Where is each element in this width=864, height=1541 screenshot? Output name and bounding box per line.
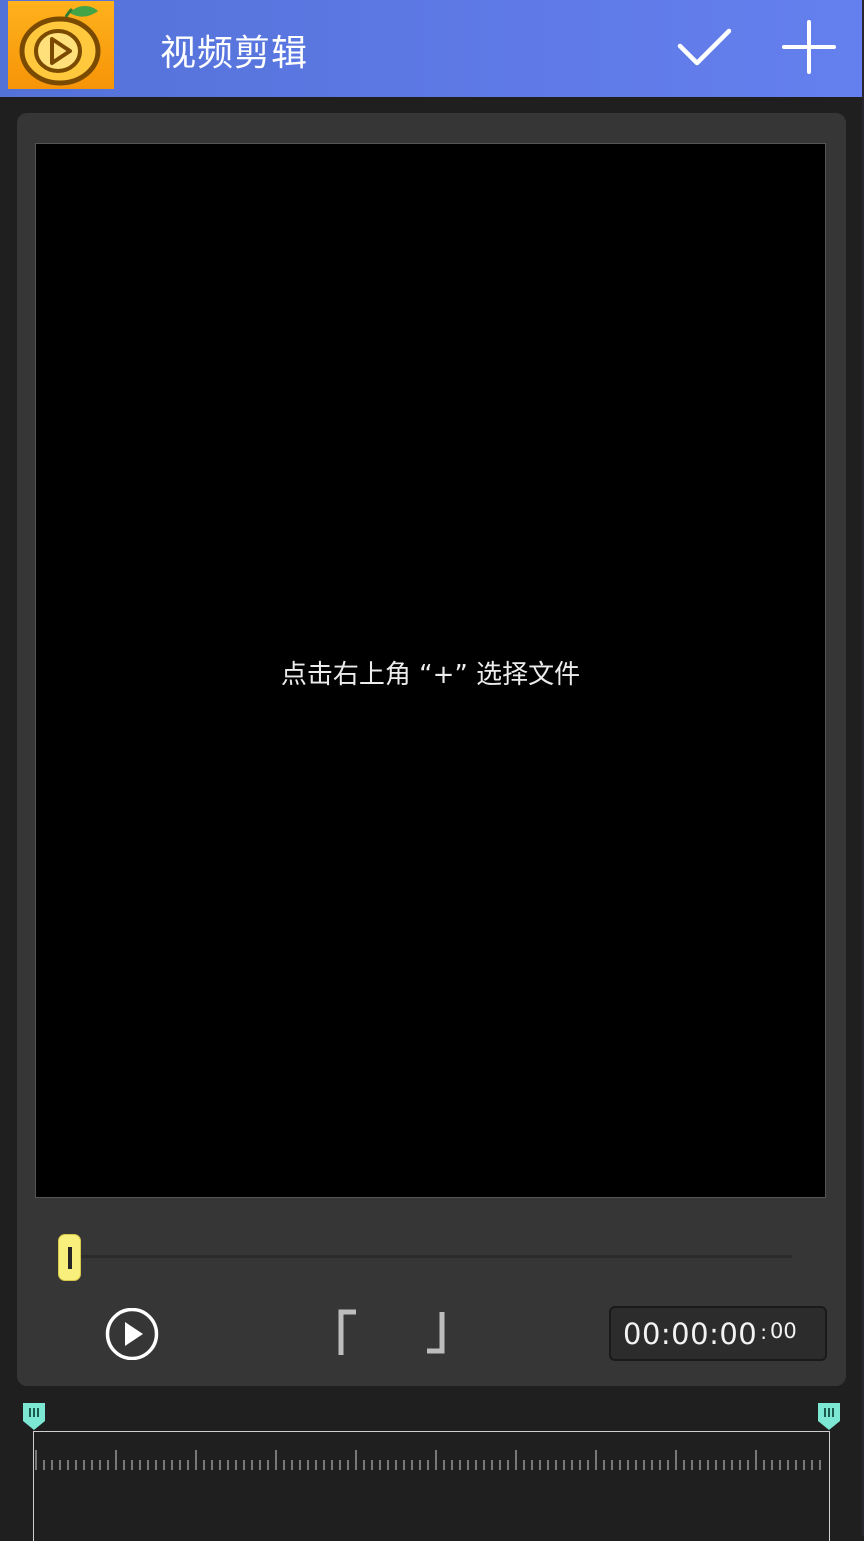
mark-in-button[interactable]: [335, 1308, 365, 1360]
app-logo: [8, 1, 114, 89]
mark-in-bracket-icon: [338, 1309, 356, 1355]
page-title: 视频剪辑: [160, 33, 309, 74]
confirm-button[interactable]: [676, 20, 734, 74]
trim-start-handle[interactable]: [20, 1401, 48, 1431]
timecode-main: 00:00:00: [623, 1316, 758, 1351]
play-button[interactable]: [103, 1307, 161, 1361]
plus-icon: [782, 20, 836, 74]
app-bar: 视频剪辑: [0, 0, 864, 97]
play-circle-icon: [105, 1307, 159, 1361]
trim-handle-icon: [818, 1403, 840, 1430]
mark-out-bracket-icon: [427, 1312, 445, 1354]
empty-hint: 点击右上角 “+” 选择文件: [280, 660, 581, 690]
check-icon: [677, 28, 732, 66]
timecode-frames: 00: [770, 1318, 797, 1343]
seek-bar[interactable]: [70, 1255, 792, 1258]
trim-end-handle[interactable]: [815, 1401, 843, 1431]
timeline-track[interactable]: [33, 1431, 830, 1541]
timecode-separator: :: [760, 1319, 767, 1344]
seek-thumb[interactable]: [58, 1234, 81, 1281]
add-file-button[interactable]: [780, 20, 838, 74]
timecode-display: 00:00:00 : 00: [609, 1306, 827, 1361]
trim-handle-icon: [23, 1403, 45, 1430]
video-preview[interactable]: 点击右上角 “+” 选择文件: [35, 143, 826, 1198]
timeline-ruler: [35, 1450, 821, 1470]
mark-out-button[interactable]: [420, 1308, 450, 1360]
mango-play-logo-icon: [19, 6, 101, 86]
